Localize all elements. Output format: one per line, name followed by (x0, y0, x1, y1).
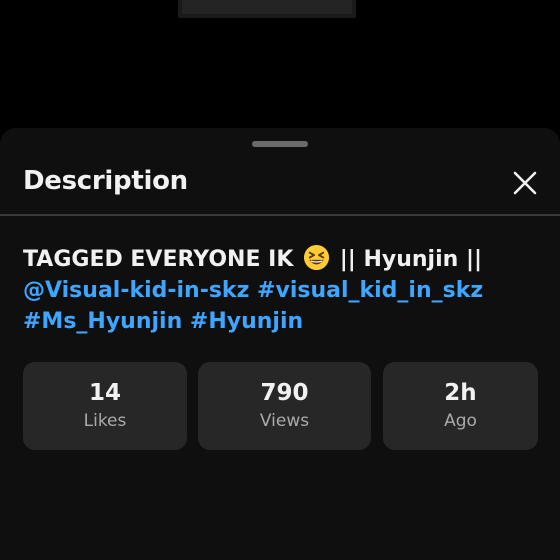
stat-card-views: 790 Views (198, 362, 371, 450)
age-value: 2h (444, 380, 477, 406)
age-label: Ago (444, 411, 477, 431)
views-count: 790 (260, 380, 309, 406)
description-line-1: TAGGED EVERYONE IK || Hyunjin || (23, 244, 543, 275)
screen: Description TAGGED EVERYONE IK || Hyunji… (0, 0, 560, 560)
sheet-title: Description (23, 166, 188, 196)
video-thumbnail-peek[interactable] (178, 0, 356, 18)
mention-link[interactable]: @Visual-kid-in-skz (23, 278, 249, 303)
header-divider (0, 214, 560, 216)
stats-row: 14 Likes 790 Views 2h Ago (23, 362, 538, 450)
grinning-squinting-face-emoji (304, 244, 330, 271)
description-caption-suffix: || Hyunjin || (339, 247, 483, 272)
hashtag-link[interactable]: #Ms_Hyunjin (23, 309, 182, 334)
hashtag-link[interactable]: #Hyunjin (190, 309, 303, 334)
close-button[interactable] (504, 162, 546, 204)
stat-card-age: 2h Ago (383, 362, 538, 450)
drag-handle[interactable] (252, 141, 308, 147)
likes-label: Likes (83, 411, 127, 431)
stat-card-likes: 14 Likes (23, 362, 187, 450)
description-line-2: @Visual-kid-in-skz #visual_kid_in_skz (23, 275, 543, 306)
likes-count: 14 (88, 380, 121, 406)
hashtag-link[interactable]: #visual_kid_in_skz (257, 278, 483, 303)
close-icon (513, 171, 537, 195)
video-frame (182, 0, 352, 14)
description-text: TAGGED EVERYONE IK || Hyunjin || @Visual… (23, 244, 543, 337)
description-line-3: #Ms_Hyunjin #Hyunjin (23, 306, 543, 337)
description-caption: TAGGED EVERYONE IK (23, 247, 294, 272)
views-label: Views (259, 411, 310, 431)
description-sheet: Description TAGGED EVERYONE IK || Hyunji… (0, 128, 560, 560)
